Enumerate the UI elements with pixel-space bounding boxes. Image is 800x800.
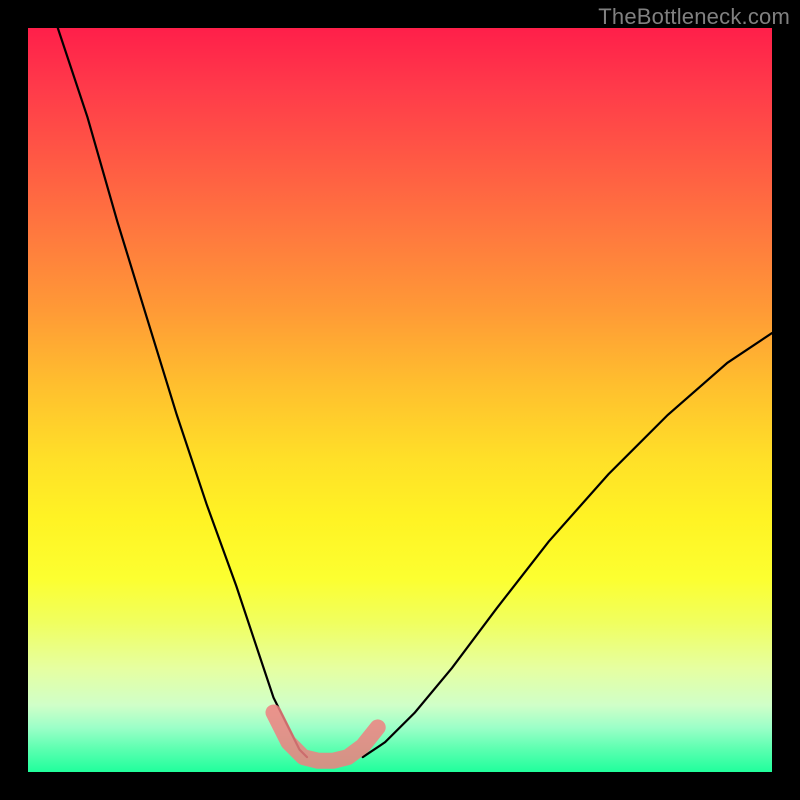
chart-frame: TheBottleneck.com: [0, 0, 800, 800]
watermark-text: TheBottleneck.com: [598, 4, 790, 30]
curve-layer: [28, 28, 772, 772]
plot-area: [28, 28, 772, 772]
curve-right-branch: [363, 333, 772, 757]
curve-left-branch: [58, 28, 307, 757]
valley-highlight: [274, 713, 378, 761]
